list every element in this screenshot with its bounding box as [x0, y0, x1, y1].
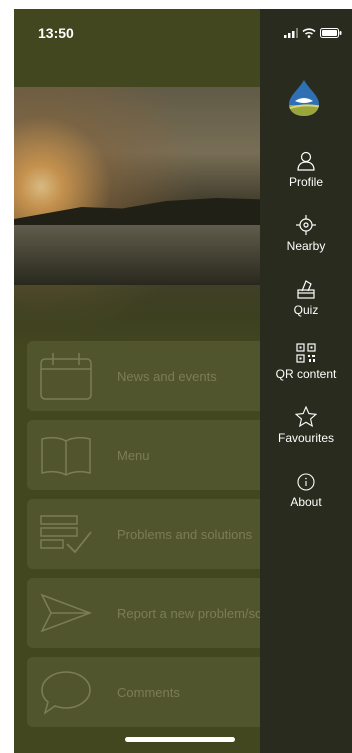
drawer-item-label: About — [290, 495, 322, 509]
book-icon — [35, 424, 97, 486]
grid-item-label: News and events — [117, 368, 217, 384]
drawer-item-about[interactable]: About — [260, 469, 352, 509]
status-icons — [284, 28, 342, 38]
person-icon — [297, 149, 315, 171]
drawer-item-qr-content[interactable]: QR content — [260, 341, 352, 381]
grid-item-label: Menu — [117, 447, 150, 463]
grid-item-label: Problems and solutions — [117, 526, 253, 542]
app-screen: 13:50 News and events Menu Problems and … — [14, 9, 352, 753]
calendar-icon — [35, 345, 97, 407]
drawer-item-label: QR content — [275, 367, 337, 381]
drawer-item-label: Quiz — [293, 303, 319, 317]
checklist-icon — [35, 503, 97, 565]
ballot-box-icon — [297, 277, 315, 299]
drawer-item-profile[interactable]: Profile — [260, 149, 352, 189]
speech-bubble-icon — [35, 661, 97, 723]
star-icon — [295, 405, 317, 427]
drawer-item-quiz[interactable]: Quiz — [260, 277, 352, 317]
qr-code-icon — [296, 341, 316, 363]
send-icon — [35, 582, 97, 644]
drawer-item-label: Profile — [288, 175, 323, 189]
drawer-item-label: Favourites — [277, 431, 335, 445]
wifi-icon — [302, 28, 316, 38]
grid-item-label: Report a new problem/sc — [117, 605, 262, 621]
info-icon — [297, 469, 315, 491]
battery-icon — [320, 28, 342, 38]
drawer-item-label: Nearby — [286, 239, 326, 253]
signal-icon — [284, 28, 298, 38]
app-logo-icon — [289, 80, 319, 116]
home-indicator[interactable] — [125, 737, 235, 742]
crosshair-icon — [296, 213, 316, 235]
status-time: 13:50 — [38, 25, 74, 41]
drawer-item-nearby[interactable]: Nearby — [260, 213, 352, 253]
drawer-item-favourites[interactable]: Favourites — [260, 405, 352, 445]
status-bar: 13:50 — [14, 9, 352, 57]
side-drawer: Profile Nearby Quiz QR content Favourite… — [260, 9, 352, 753]
grid-item-label: Comments — [117, 684, 180, 700]
